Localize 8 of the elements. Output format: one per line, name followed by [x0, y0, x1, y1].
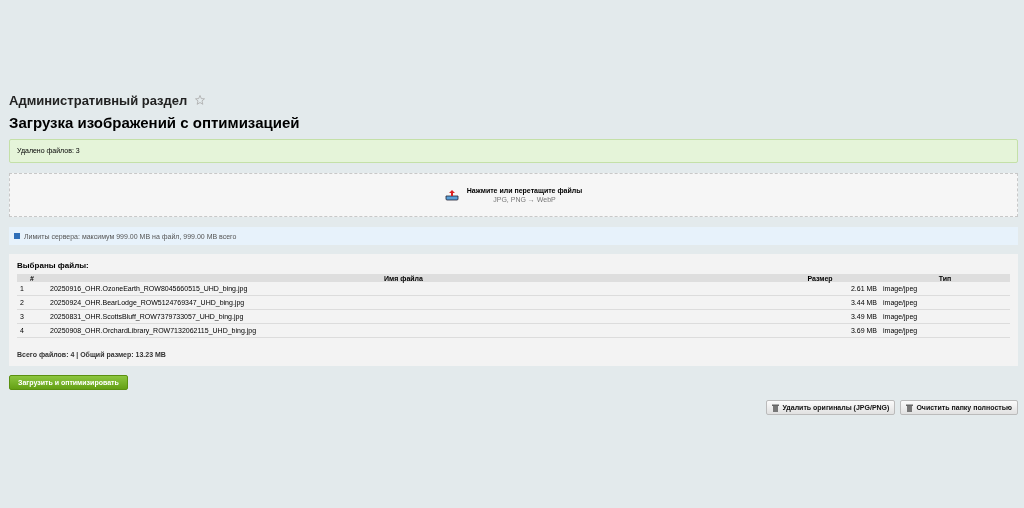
trash-icon [772, 403, 780, 412]
page-title: Загрузка изображений с оптимизацией [9, 114, 301, 131]
upload-icon [444, 189, 459, 201]
star-icon[interactable] [195, 95, 206, 105]
info-icon [14, 233, 20, 239]
section-title: Административный раздел [9, 92, 188, 108]
panel-title: Выбраны файлы: [17, 261, 90, 270]
trash-icon [906, 403, 914, 412]
